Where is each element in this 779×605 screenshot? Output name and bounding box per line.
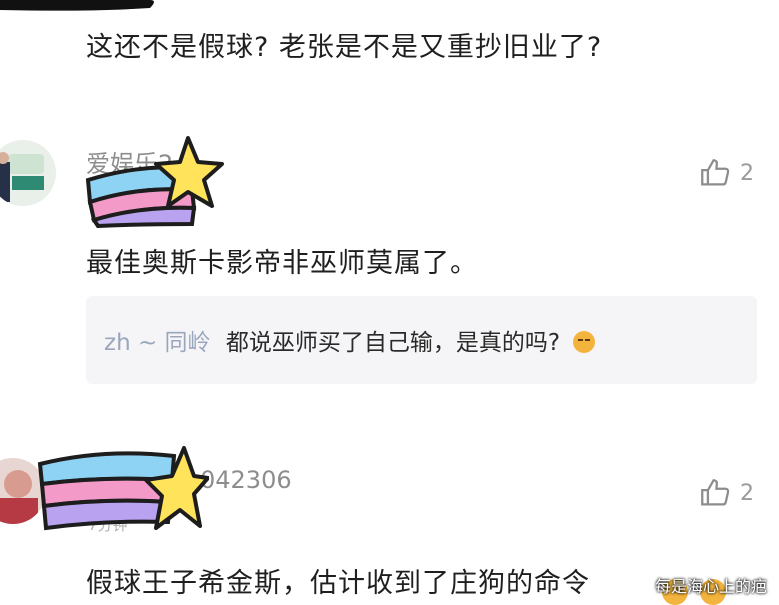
comment-text: 这还不是假球? 老张是不是又重抄旧业了? [86, 32, 603, 63]
thumbs-up-icon [701, 479, 730, 506]
comment-text: 最佳奥斯卡影帝非巫师莫属了。 [86, 248, 478, 279]
like-button[interactable]: 2 [698, 476, 754, 510]
reply-username[interactable]: zh ~ 同岭 [104, 330, 211, 356]
shooting-star-sticker [85, 136, 224, 228]
comment-text: 假球王子希金斯，估计收到了庄狗的命令 [86, 568, 590, 599]
like-count: 2 [740, 480, 754, 506]
watermark: 每是海心上的疤 [654, 577, 767, 596]
avatar[interactable] [0, 140, 56, 206]
thumbs-up-icon [701, 159, 730, 186]
face-emoji-icon [573, 331, 596, 353]
reply-row[interactable]: zh ~ 同岭 都说巫师买了自己输，是真的吗? [104, 326, 596, 360]
like-button[interactable]: 2 [698, 156, 754, 190]
shooting-star-sticker [37, 446, 209, 531]
reply-text: 都说巫师买了自己输，是真的吗? [225, 330, 561, 356]
username[interactable]: 042306 [200, 466, 292, 494]
like-count: 2 [740, 160, 754, 186]
scribble-top [0, 0, 154, 11]
